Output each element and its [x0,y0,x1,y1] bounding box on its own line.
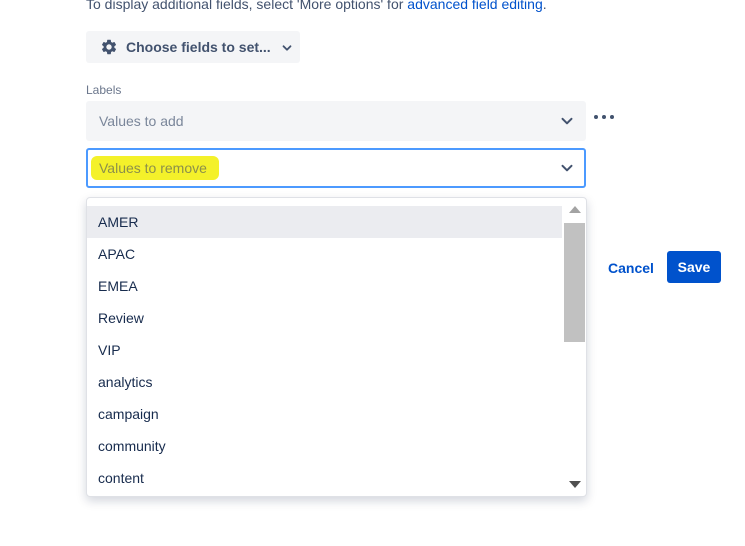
dropdown-options: AMER APAC EMEA Review VIP analytics camp… [87,206,562,494]
chevron-down-icon [560,161,574,175]
dropdown-option[interactable]: analytics [87,366,562,398]
scrollbar-thumb[interactable] [564,223,585,342]
scroll-down-arrow-icon[interactable] [569,481,581,488]
more-dot [602,115,606,119]
more-options-button[interactable] [594,110,614,124]
dropdown-option[interactable]: community [87,430,562,462]
more-dot [594,115,598,119]
scroll-up-arrow-icon[interactable] [569,206,581,213]
labels-dropdown-menu: AMER APAC EMEA Review VIP analytics camp… [86,197,587,497]
dropdown-option[interactable]: EMEA [87,270,562,302]
save-button[interactable]: Save [667,251,721,283]
values-to-add-placeholder: Values to add [99,113,184,129]
more-dot [610,115,614,119]
chevron-down-icon [281,41,293,53]
dropdown-option[interactable]: campaign [87,398,562,430]
gear-icon [100,38,118,56]
choose-fields-label: Choose fields to set... [126,39,271,55]
info-text: To display additional fields, select 'Mo… [86,0,547,12]
dropdown-option[interactable]: Review [87,302,562,334]
values-to-remove-placeholder: Values to remove [91,156,219,180]
advanced-field-editing-link[interactable]: advanced field editing [407,0,542,12]
chevron-down-icon [560,114,574,128]
dropdown-option[interactable]: VIP [87,334,562,366]
dropdown-scrollbar[interactable] [563,198,586,496]
cancel-button[interactable]: Cancel [602,252,660,284]
values-to-add-select[interactable]: Values to add [86,101,586,141]
dropdown-option[interactable]: APAC [87,238,562,270]
info-text-suffix: . [542,0,547,12]
values-to-remove-select[interactable]: Values to remove [86,148,586,188]
info-text-body: To display additional fields, select 'Mo… [86,0,404,12]
labels-field-label: Labels [86,83,122,97]
dropdown-option[interactable]: AMER [87,206,562,238]
choose-fields-button[interactable]: Choose fields to set... [86,31,300,63]
dropdown-option[interactable]: content [87,462,562,494]
